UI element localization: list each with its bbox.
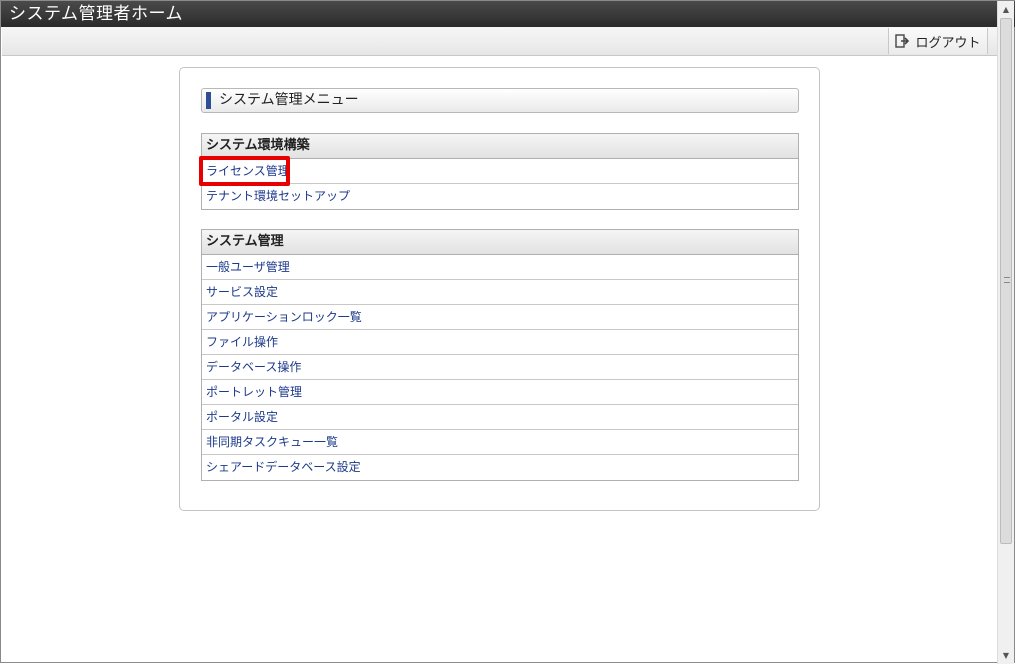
logout-button[interactable]: ログアウト	[888, 28, 988, 54]
link-async-task-queue[interactable]: 非同期タスクキュー一覧	[206, 435, 338, 449]
list-item: ファイル操作	[202, 330, 798, 355]
section-system-environment: システム環境構築 ライセンス管理 テナント環境セットアップ	[201, 133, 799, 210]
link-tenant-setup[interactable]: テナント環境セットアップ	[206, 189, 350, 203]
system-admin-menu-panel: システム管理メニュー システム環境構築 ライセンス管理 テナント環境セットアップ…	[179, 67, 820, 511]
link-portal-settings[interactable]: ポータル設定	[206, 410, 278, 424]
list-item: ポートレット管理	[202, 380, 798, 405]
link-service-settings[interactable]: サービス設定	[206, 285, 278, 299]
list-item: シェアードデータベース設定	[202, 455, 798, 480]
link-database-operations[interactable]: データベース操作	[206, 360, 301, 374]
link-portlet-management[interactable]: ポートレット管理	[206, 385, 302, 399]
link-license-management[interactable]: ライセンス管理	[206, 164, 290, 178]
link-file-operations[interactable]: ファイル操作	[206, 335, 278, 349]
list-item: アプリケーションロック一覧	[202, 305, 798, 330]
list-item: テナント環境セットアップ	[202, 184, 798, 209]
list-item: データベース操作	[202, 355, 798, 380]
vertical-scrollbar[interactable]: ▲ ▼	[997, 1, 1014, 664]
scroll-down-arrow-icon[interactable]: ▼	[998, 647, 1014, 664]
menu-header: システム管理メニュー	[201, 88, 799, 113]
top-toolbar: ログアウト	[2, 27, 998, 56]
scroll-thumb[interactable]	[1000, 18, 1012, 544]
browser-window: システム管理者ホーム ログアウト システム管理メニュー システム環境構築 ライセ…	[0, 0, 1015, 664]
list-item: 非同期タスクキュー一覧	[202, 430, 798, 455]
section-title: システム環境構築	[202, 134, 798, 159]
scroll-up-arrow-icon[interactable]: ▲	[998, 1, 1014, 18]
grip-icon	[1004, 277, 1010, 283]
list-item: ライセンス管理	[202, 159, 798, 184]
list-item: サービス設定	[202, 280, 798, 305]
section-system-management: システム管理 一般ユーザ管理 サービス設定 アプリケーションロック一覧 ファイル…	[201, 229, 799, 481]
list-item: ポータル設定	[202, 405, 798, 430]
link-application-lock-list[interactable]: アプリケーションロック一覧	[206, 310, 362, 324]
section-title: システム管理	[202, 230, 798, 255]
logout-label: ログアウト	[915, 35, 981, 51]
logout-icon	[895, 34, 910, 48]
link-user-management[interactable]: 一般ユーザ管理	[206, 260, 290, 274]
list-item: 一般ユーザ管理	[202, 255, 798, 280]
link-shared-database-settings[interactable]: シェアードデータベース設定	[206, 460, 361, 474]
window-title: システム管理者ホーム	[1, 1, 1015, 27]
